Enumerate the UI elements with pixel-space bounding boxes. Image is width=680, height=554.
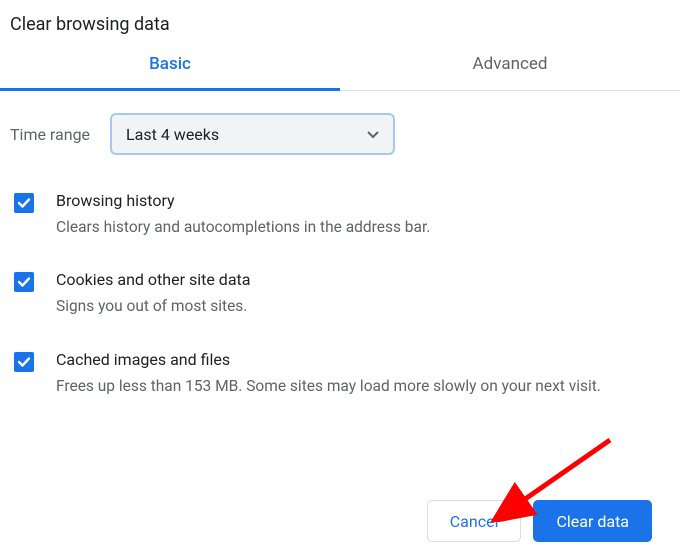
option-text: Browsing history Clears history and auto… <box>56 191 430 238</box>
tab-basic[interactable]: Basic <box>0 54 340 91</box>
checkbox-cache[interactable] <box>14 352 34 372</box>
chevron-down-icon <box>367 125 379 143</box>
check-icon <box>17 355 31 369</box>
option-desc: Clears history and autocompletions in th… <box>56 216 430 238</box>
option-text: Cached images and files Frees up less th… <box>56 350 601 397</box>
timerange-select[interactable]: Last 4 weeks <box>110 113 395 155</box>
clear-data-button[interactable]: Clear data <box>533 500 652 542</box>
timerange-selected-value: Last 4 weeks <box>126 125 219 144</box>
check-icon <box>17 275 31 289</box>
timerange-label: Time range <box>10 125 90 144</box>
option-browsing-history: Browsing history Clears history and auto… <box>10 179 670 258</box>
option-title: Cached images and files <box>56 350 601 369</box>
option-title: Browsing history <box>56 191 430 210</box>
option-cookies: Cookies and other site data Signs you ou… <box>10 258 670 337</box>
option-desc: Frees up less than 153 MB. Some sites ma… <box>56 375 601 397</box>
checkbox-cookies[interactable] <box>14 272 34 292</box>
option-text: Cookies and other site data Signs you ou… <box>56 270 250 317</box>
option-title: Cookies and other site data <box>56 270 250 289</box>
option-desc: Signs you out of most sites. <box>56 295 250 317</box>
cancel-button[interactable]: Cancel <box>427 500 522 542</box>
timerange-row: Time range Last 4 weeks <box>0 91 680 171</box>
tabs-bar: Basic Advanced <box>0 53 680 91</box>
options-list: Browsing history Clears history and auto… <box>0 171 680 417</box>
tab-advanced[interactable]: Advanced <box>340 54 680 91</box>
option-cache: Cached images and files Frees up less th… <box>10 338 670 417</box>
dialog-title: Clear browsing data <box>0 0 680 53</box>
footer-buttons: Cancel Clear data <box>427 500 652 542</box>
checkbox-browsing-history[interactable] <box>14 193 34 213</box>
check-icon <box>17 196 31 210</box>
